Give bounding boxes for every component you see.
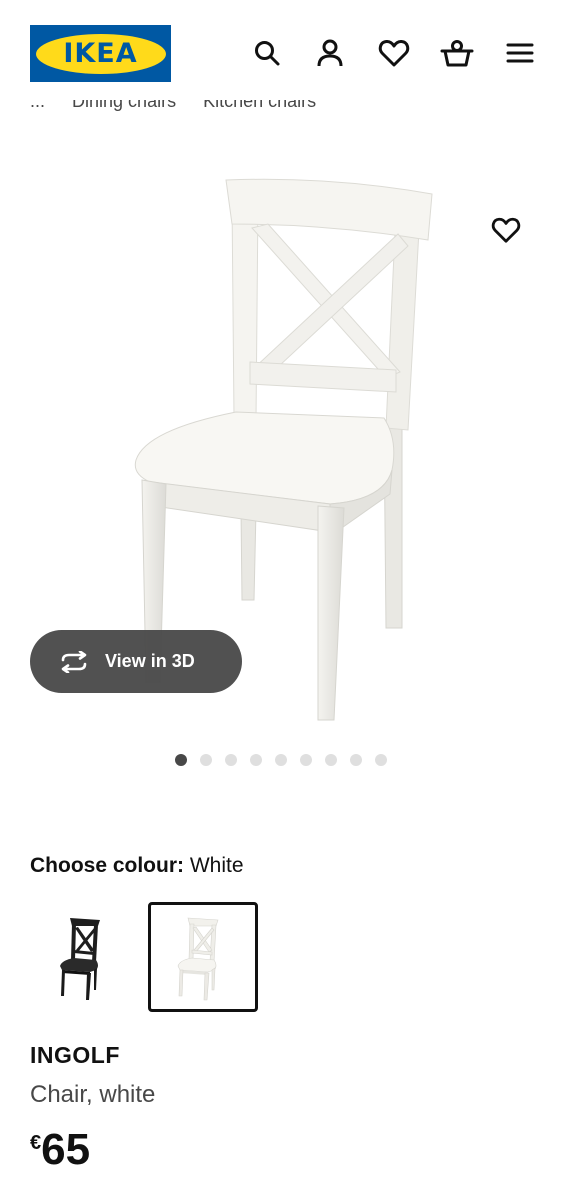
product-page: IKEA ... Dining chairs Kitchen chairs Vi…	[0, 0, 568, 1200]
black-chair-thumbnail	[60, 918, 100, 1000]
colour-option-white[interactable]	[148, 902, 258, 1012]
pagination-dot[interactable]	[175, 754, 187, 766]
heart-icon[interactable]	[377, 36, 411, 70]
pagination-dot[interactable]	[350, 754, 362, 766]
breadcrumb: ... Dining chairs Kitchen chairs	[30, 100, 530, 120]
colour-option-black-brown[interactable]	[30, 902, 140, 1012]
rotate-3d-icon	[57, 650, 91, 673]
white-chair-thumbnail	[177, 917, 219, 1001]
selected-colour-value: White	[189, 854, 244, 877]
pagination-dot[interactable]	[200, 754, 212, 766]
user-icon[interactable]	[313, 36, 347, 70]
ikea-logo[interactable]: IKEA	[30, 25, 171, 82]
basket-icon[interactable]	[440, 36, 474, 70]
logo-oval: IKEA	[35, 33, 166, 74]
view-in-3d-label: View in 3D	[105, 651, 195, 671]
breadcrumb-item[interactable]: Dining chairs	[72, 100, 176, 111]
gallery-pagination	[175, 754, 387, 766]
menu-icon[interactable]	[503, 36, 537, 70]
choose-colour-label: Choose colour:	[30, 854, 185, 877]
top-header: IKEA	[0, 0, 568, 100]
price-currency: €	[30, 1132, 42, 1154]
pagination-dot[interactable]	[225, 754, 237, 766]
pagination-dot[interactable]	[325, 754, 337, 766]
pagination-dot[interactable]	[275, 754, 287, 766]
pagination-dot[interactable]	[250, 754, 262, 766]
save-to-favourites-icon[interactable]	[486, 210, 526, 250]
logo-text: IKEA	[63, 38, 138, 69]
search-icon[interactable]	[250, 36, 284, 70]
product-name: INGOLF	[30, 1042, 120, 1068]
product-description: Chair, white	[30, 1081, 156, 1108]
price-amount: 65	[41, 1125, 91, 1174]
pagination-dot[interactable]	[375, 754, 387, 766]
product-price: € 65	[30, 1126, 90, 1174]
pagination-dot[interactable]	[300, 754, 312, 766]
breadcrumb-ellipsis[interactable]: ...	[30, 100, 45, 111]
choose-colour: Choose colour: White	[30, 854, 244, 878]
breadcrumb-item[interactable]: Kitchen chairs	[203, 100, 316, 111]
view-in-3d-button[interactable]: View in 3D	[30, 630, 242, 693]
